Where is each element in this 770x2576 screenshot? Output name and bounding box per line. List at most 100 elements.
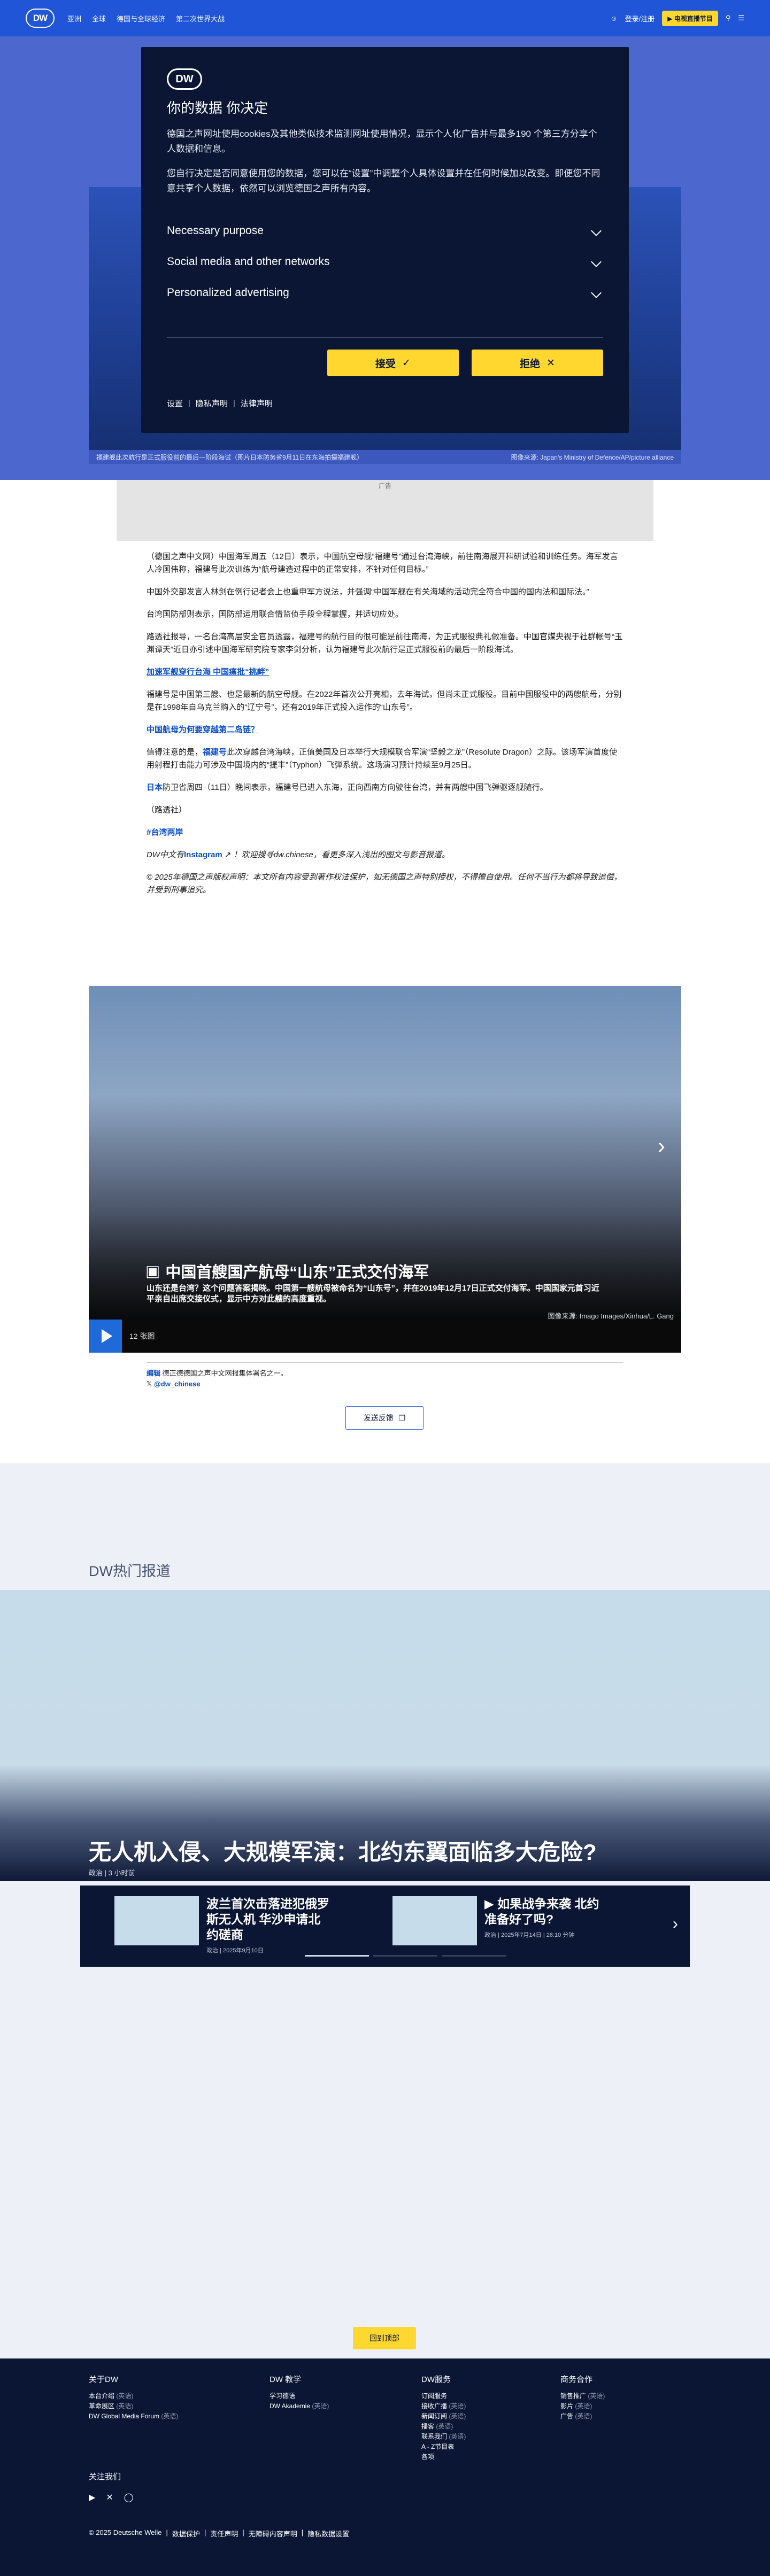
menu-icon[interactable]: ☰ <box>738 14 744 22</box>
consent-dialog: DW 你的数据 你决定 德国之声网址使用cookies及其他类似技术监测网址使用… <box>141 47 629 433</box>
article-body: （德国之声中文网）中国海军周五（12日）表示，中国航空母舰“福建号”通过台湾海峡… <box>147 550 623 906</box>
footer-link[interactable]: 新闻订阅 (英语) <box>421 2411 466 2422</box>
hot-headline[interactable]: 无人机入侵、大规模军演：北约东翼面临多大危险? <box>89 1834 597 1867</box>
feedback-label: 发送反馈 <box>363 1414 394 1422</box>
photo-gallery[interactable]: › ▣ 中国首艘国产航母“山东”正式交付海军 山东还是台湾？这个问题答案揭晓。中国… <box>89 986 681 1353</box>
footer-link[interactable]: 各项 <box>421 2452 466 2462</box>
chevron-down-icon <box>591 257 602 267</box>
paragraph: 路透社报导，一名台湾高层安全官员透露，福建号的航行目的很可能是前往南海，为正式服… <box>147 632 623 654</box>
editor-handle[interactable]: @dw_chinese <box>154 1380 200 1388</box>
footer-col-business: 商务合作 销售推广 (英语) 影片 (英语) 广告 (英语) <box>560 2375 605 2422</box>
footer-link[interactable]: 学习德语 <box>270 2391 329 2401</box>
footer-col-services: DW服务 订阅服务 接收广播 (英语) 新闻订阅 (英语) 播客 (英语) 联系… <box>421 2375 466 2462</box>
nav-item[interactable]: 德国与全球经济 <box>114 12 167 25</box>
nav-item[interactable]: 第二次世界大战 <box>174 12 227 25</box>
footer-link[interactable]: A - Z节目表 <box>421 2442 466 2452</box>
related-link[interactable]: 加速军舰穿行台海 中国痛批“挑衅” <box>147 666 623 679</box>
footer-legal-link[interactable]: 责任声明 <box>210 2528 238 2539</box>
follow-label: 关注我们 <box>89 2472 121 2481</box>
nav-item[interactable]: 亚洲 <box>65 12 83 25</box>
teaser-image <box>114 1896 199 1945</box>
footer-link[interactable]: DW Akademie (英语) <box>270 2401 329 2411</box>
instagram-link[interactable]: Instagram <box>184 850 222 859</box>
footer-legal-link[interactable]: 无障碍内容声明 <box>249 2528 297 2539</box>
footer-link[interactable]: 革命展区 (英语) <box>89 2401 178 2411</box>
youtube-icon[interactable]: ▶ <box>89 2492 95 2503</box>
footer-legal-link[interactable]: 隐私数据设置 <box>307 2528 349 2539</box>
paragraph: （德国之声中文网）中国海军周五（12日）表示，中国航空母舰“福建号”通过台湾海峡… <box>147 552 618 574</box>
ad-slot: 广告 <box>117 480 653 541</box>
text: DW中文有 <box>147 850 184 859</box>
dw-logo[interactable]: DW <box>26 9 55 28</box>
option-social[interactable]: Social media and other networks <box>167 246 603 277</box>
footer-link[interactable]: 订阅服务 <box>421 2391 466 2401</box>
teaser-card[interactable]: 波兰首次击落进犯俄罗斯无人机 华沙申请北约磋商 政治 | 2025年9月10日 <box>114 1896 329 1954</box>
accept-button[interactable]: 接受 ✓ <box>327 350 459 376</box>
user-icon[interactable]: ☺ <box>610 14 617 22</box>
footer-col-about: 关于DW 本台介绍 (英语) 革命展区 (英语) DW Global Media… <box>89 2375 178 2422</box>
carousel-dot[interactable] <box>373 1955 437 1957</box>
copy-icon: ❐ <box>398 1413 406 1422</box>
carousel-dot[interactable] <box>442 1955 506 1957</box>
footer-col-title: DW服务 <box>421 2375 451 2384</box>
teaser-title: 如果战争来袭 北约准备好了吗? <box>484 1897 599 1926</box>
text: 防卫省周四（11日）晚间表示，福建号已进入东海，正向西南方向驶往台湾，并有两艘中… <box>163 783 548 792</box>
option-label: Social media and other networks <box>167 255 330 268</box>
instagram-promo: DW中文有Instagram ↗ ！欢迎搜寻dw.chinese，看更多深入浅出… <box>147 849 623 862</box>
nav-item[interactable]: 全球 <box>90 12 108 25</box>
feedback-button[interactable]: 发送反馈 ❐ <box>345 1406 424 1430</box>
footer-link[interactable]: 播客 (英语) <box>421 2422 466 2432</box>
footer-link[interactable]: 销售推广 (英语) <box>560 2391 605 2401</box>
search-icon[interactable]: ⚲ <box>726 14 731 22</box>
play-icon[interactable] <box>89 1320 122 1353</box>
related-link[interactable]: 中国航母为何要穿越第二岛链？ <box>147 724 623 736</box>
login-link[interactable]: 登录/注册 <box>625 13 655 24</box>
dw-logo: DW <box>167 68 202 90</box>
copyright-note: © 2025年德国之声版权声明：本文所有内容受到著作权法保护，如无德国之声特别授… <box>147 871 623 897</box>
chevron-right-icon[interactable]: › <box>658 1133 665 1159</box>
consent-text-2: 您自行决定是否同意使用您的数据，您可以在“设置”中调整个人具体设置并在任何时候加… <box>167 168 600 193</box>
live-tv-button[interactable]: ▶ 电视直播节目 <box>662 10 718 26</box>
footer-link[interactable]: DW Global Media Forum (英语) <box>89 2411 178 2422</box>
settings-link[interactable]: 设置 <box>167 398 183 409</box>
privacy-link[interactable]: 隐私声明 <box>196 398 228 409</box>
footer-legal-link[interactable]: 数据保护 <box>172 2528 200 2539</box>
option-necessary[interactable]: Necessary purpose <box>167 215 603 246</box>
footer-link[interactable]: 广告 (英语) <box>560 2411 605 2422</box>
footer-col-learn: DW 教学 学习德语 DW Akademie (英语) <box>270 2375 329 2411</box>
hot-carousel: 波兰首次击落进犯俄罗斯无人机 华沙申请北约磋商 政治 | 2025年9月10日 ▶… <box>80 1886 690 1967</box>
gallery-title: ▣ 中国首艘国产航母“山东”正式交付海军 <box>145 1260 429 1282</box>
option-advertising[interactable]: Personalized advertising <box>167 277 603 308</box>
video-icon: ▶︎ <box>484 1897 498 1911</box>
chevron-right-icon[interactable]: › <box>673 1915 678 1933</box>
teaser-card[interactable]: ▶︎ 如果战争来袭 北约准备好了吗? 政治 | 2025年7月14日 | 26:1… <box>392 1896 607 1950</box>
teaser-meta: 政治 | 2025年7月14日 | 26:10 分钟 <box>484 1932 575 1938</box>
divider <box>147 1362 623 1363</box>
editor-name[interactable]: 编辑 <box>147 1369 160 1377</box>
x-icon[interactable]: ✕ <box>106 2492 113 2503</box>
reject-button[interactable]: 拒绝 ✕ <box>472 350 603 376</box>
gallery-bar: 12 张图 <box>89 1320 681 1353</box>
footer-col-title: 商务合作 <box>560 2375 593 2384</box>
back-to-top-button[interactable]: 回到顶部 <box>353 2327 416 2349</box>
live-tv-label: 电视直播节目 <box>674 14 713 22</box>
text: © 2025年德国之声版权声明：本文所有内容受到著作权法保护，如无德国之声特别授… <box>147 873 622 895</box>
topic-tag[interactable]: #台湾两岸 <box>147 826 623 839</box>
editor-note: 德正德德国之声中文网报集体署名之一。 <box>162 1369 288 1377</box>
paragraph: 值得注意的是，福建号此次穿越台湾海峡，正值美国及日本举行大规模联合军演“坚毅之龙… <box>147 746 623 772</box>
footer-link[interactable]: 联系我们 (英语) <box>421 2432 466 2442</box>
instagram-icon[interactable]: ◯ <box>124 2492 134 2503</box>
legal-link[interactable]: 法律声明 <box>241 398 273 409</box>
consent-title: 你的数据 你决定 <box>167 100 268 116</box>
footer-legal: © 2025 Deutsche Welle | 数据保护 | 责任声明 | 无障碍内容… <box>89 2528 350 2539</box>
footer-link[interactable]: 接收广播 (英语) <box>421 2401 466 2411</box>
text: ！欢迎搜寻dw.chinese，看更多深入浅出的图文与影音报道。 <box>233 850 450 859</box>
teaser-meta: 政治 | 2025年9月10日 <box>206 1947 264 1954</box>
carousel-dot[interactable] <box>305 1955 369 1957</box>
footer-link[interactable]: 本台介绍 (英语) <box>89 2391 178 2401</box>
inline-link[interactable]: 日本 <box>147 783 163 792</box>
footer-link[interactable]: 影片 (英语) <box>560 2401 605 2411</box>
carousel-dots <box>305 1955 506 1957</box>
inline-link[interactable]: 福建号 <box>203 748 227 757</box>
top-right: ☺ 登录/注册 ▶ 电视直播节目 ⚲ ☰ <box>610 10 744 26</box>
